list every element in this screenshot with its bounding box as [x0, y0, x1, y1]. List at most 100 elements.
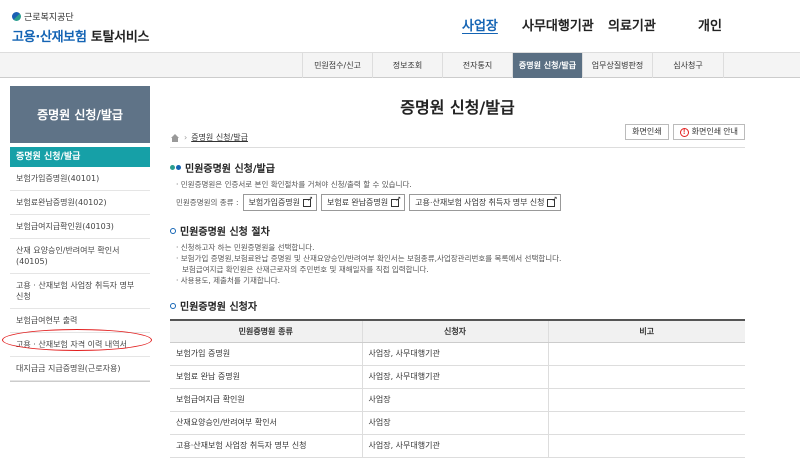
procedure-step: 보험급여지급 확인원은 산재근로자의 주민번호 및 재해일자를 직접 입력합니다…	[176, 264, 745, 275]
applicants-table: 민원증명원 종류 신청자 비고 보험가입 증명원 사업장, 사무대행기관 보험료…	[170, 319, 745, 458]
table-row: 보험료 완납 증명원 사업장, 사무대행기관	[170, 365, 745, 389]
table-cell: 사업장, 사무대행기관	[362, 434, 549, 458]
sidebar-item-qualification-history[interactable]: 고용 · 산재보험 자격 이력 내역서	[2, 329, 152, 357]
sidebar: 증명원 신청/발급 증명원 신청/발급 보험가입증명원(40101) 보험료완납…	[2, 86, 152, 382]
procedure-list: · 신청하고자 하는 민원증명원을 선택합니다. · 보험가입 증명원,보험료완…	[170, 242, 745, 286]
top-nav-personal[interactable]: 개인	[698, 15, 738, 34]
sidebar-item-acquirer-list[interactable]: 고용 · 산재보험 사업장 취득자 명부 신청	[10, 274, 150, 309]
tab-disease-judgment[interactable]: 업무상질병판정	[582, 53, 652, 78]
sidebar-list: 보험가입증명원(40101) 보험료완납증명원(40102) 보험급여지급확인원…	[2, 167, 152, 382]
section-title: 민원증명원 신청/발급	[170, 160, 745, 175]
sidebar-item-premium-paid[interactable]: 보험료완납증명원(40102)	[10, 191, 150, 215]
top-nav-agency[interactable]: 사무대행기관	[522, 15, 608, 34]
table-cell	[548, 411, 745, 435]
ring-bullet-icon	[170, 302, 176, 309]
section-procedure: 민원증명원 신청 절차 · 신청하고자 하는 민원증명원을 선택합니다. · 보…	[170, 223, 745, 286]
tab-info-lookup[interactable]: 정보조회	[372, 53, 442, 78]
procedure-step-text: 보험가입 증명원,보험료완납 증명원 및 산재요양승인/반려여부 확인서는 보험…	[180, 254, 562, 263]
print-guide-button[interactable]: ! 화면인쇄 안내	[672, 124, 745, 140]
procedure-step: · 사용용도, 제출처를 기재합니다.	[176, 276, 281, 285]
sidebar-heading: 증명원 신청/발급	[10, 86, 150, 143]
print-button[interactable]: 화면인쇄	[625, 124, 669, 140]
section-apply: 민원증명원 신청/발급 · 민원증명원은 인증서로 본인 확인절차를 거쳐야 신…	[170, 160, 745, 211]
sidebar-item-active[interactable]: 증명원 신청/발급	[10, 147, 150, 167]
ring-bullet-icon	[170, 227, 176, 234]
site-title-blue: 고용·산재보험	[12, 30, 87, 45]
table-cell	[548, 342, 745, 366]
tab-e-notice[interactable]: 전자통지	[442, 53, 512, 78]
sidebar-item-care-approval[interactable]: 산재 요양승인/반려여부 확인서 (40105)	[10, 239, 150, 274]
kind-acquirer-list-button[interactable]: 고용·산재보험 사업장 취득자 명부 신청	[409, 194, 562, 211]
column-header: 비고	[548, 319, 745, 343]
table-cell: 사업장, 사무대행기관	[362, 365, 549, 389]
breadcrumb: › 증명원 신청/발급	[170, 132, 248, 143]
section-title-text: 민원증명원 신청자	[180, 302, 258, 313]
alert-icon: !	[679, 127, 689, 137]
tab-review-request[interactable]: 심사청구	[652, 53, 724, 78]
procedure-step: · 보험가입 증명원,보험료완납 증명원 및 산재요양승인/반려여부 확인서는 …	[176, 254, 562, 263]
kinds-label: 민원증명원의 종류 :	[176, 198, 239, 207]
procedure-step: · 신청하고자 하는 민원증명원을 선택합니다.	[176, 243, 315, 252]
top-nav-medical[interactable]: 의료기관	[608, 15, 694, 34]
external-link-icon	[547, 195, 557, 207]
kind-premium-paid-button[interactable]: 보험료 완납증명원	[321, 194, 406, 211]
sidebar-item-benefit-print[interactable]: 보험급여현부 출력	[10, 309, 150, 333]
procedure-step-text: 신청하고자 하는 민원증명원을 선택합니다.	[180, 243, 315, 252]
certificate-kinds: 민원증명원의 종류 : 보험가입증명원 보험료 완납증명원 고용·산재보험 사업…	[170, 194, 745, 211]
kind-insurance-cert-button[interactable]: 보험가입증명원	[242, 194, 318, 211]
table-cell	[548, 434, 745, 458]
table-row: 보험가입 증명원 사업장, 사무대행기관	[170, 342, 745, 366]
sidebar-item-payment-cert[interactable]: 대지급금 지급증명원(근로자용)	[10, 357, 150, 381]
kind-label: 보험료 완납증명원	[327, 198, 389, 207]
tab-civil-report[interactable]: 민원접수/신고	[302, 53, 372, 78]
table-cell	[548, 365, 745, 389]
main-content: 증명원 신청/발급 › 증명원 신청/발급 화면인쇄 ! 화면인쇄 안내 민원증…	[170, 86, 745, 458]
section-title: 민원증명원 신청 절차	[170, 223, 745, 238]
sub-nav: 민원접수/신고 정보조회 전자통지 증명원 신청/발급 업무상질병판정 심사청구	[0, 52, 800, 78]
column-header: 민원증명원 종류	[170, 319, 363, 343]
table-cell: 보험료 완납 증명원	[170, 365, 363, 389]
section-title-text: 민원증명원 신청/발급	[185, 164, 275, 175]
section-title: 민원증명원 신청자	[170, 298, 745, 313]
section-applicants: 민원증명원 신청자 민원증명원 종류 신청자 비고 보험가입 증명원 사업장, …	[170, 298, 745, 458]
table-cell: 사업장	[362, 388, 549, 412]
external-link-icon	[391, 195, 401, 207]
table-cell: 산재요양승인/반려여부 확인서	[170, 411, 363, 435]
procedure-step-text: 사용용도, 제출처를 기재합니다.	[180, 276, 281, 285]
sidebar-item-benefit-confirm[interactable]: 보험급여지급확인원(40103)	[10, 215, 150, 239]
breadcrumb-row: › 증명원 신청/발급 화면인쇄 ! 화면인쇄 안내	[170, 124, 745, 148]
site-title-dark: 토탈서비스	[90, 30, 150, 45]
print-buttons: 화면인쇄 ! 화면인쇄 안내	[625, 124, 745, 140]
kind-label: 보험가입증명원	[248, 198, 301, 207]
section-desc-text: 민원증명원은 인증서로 본인 확인절차를 거쳐야 신청/출력 할 수 있습니다.	[180, 180, 412, 189]
table-cell: 사업장	[362, 411, 549, 435]
table-row: 산재요양승인/반려여부 확인서 사업장	[170, 411, 745, 435]
tab-certificate[interactable]: 증명원 신청/발급	[512, 53, 582, 78]
section-title-text: 민원증명원 신청 절차	[180, 227, 270, 238]
bullet-dots-icon	[170, 165, 181, 170]
table-cell: 보험가입 증명원	[170, 342, 363, 366]
kind-label: 고용·산재보험 사업장 취득자 명부 신청	[415, 198, 545, 207]
procedure-step-text: 보험급여지급 확인원은 산재근로자의 주민번호 및 재해일자를 직접 입력합니다…	[182, 265, 429, 274]
top-nav: 사업장 사무대행기관 의료기관 개인	[462, 15, 738, 34]
home-icon[interactable]	[170, 133, 180, 142]
org-name: 근로복지공단	[24, 13, 74, 23]
table-header-row: 민원증명원 종류 신청자 비고	[170, 319, 745, 343]
table-row: 고용·산재보험 사업장 취득자 명부 신청 사업장, 사무대행기관	[170, 434, 745, 458]
breadcrumb-current[interactable]: 증명원 신청/발급	[191, 132, 248, 143]
table-cell: 고용·산재보험 사업장 취득자 명부 신청	[170, 434, 363, 458]
sidebar-item-insurance-cert[interactable]: 보험가입증명원(40101)	[10, 167, 150, 191]
site-logo[interactable]: 근로복지공단 고용·산재보험 토탈서비스	[12, 10, 149, 45]
top-nav-business[interactable]: 사업장	[462, 15, 522, 34]
page-title: 증명원 신청/발급	[400, 98, 515, 117]
section-desc: · 민원증명원은 인증서로 본인 확인절차를 거쳐야 신청/출력 할 수 있습니…	[176, 180, 412, 189]
table-row: 보험급여지급 확인원 사업장	[170, 388, 745, 412]
org-name-row: 근로복지공단	[12, 10, 149, 23]
print-guide-label: 화면인쇄 안내	[691, 127, 738, 136]
table-cell	[548, 388, 745, 412]
site-title: 고용·산재보험 토탈서비스	[12, 26, 149, 45]
table-cell: 사업장, 사무대행기관	[362, 342, 549, 366]
sidebar-item-label: 고용 · 산재보험 자격 이력 내역서	[16, 340, 127, 349]
site-header: 근로복지공단 고용·산재보험 토탈서비스 사업장 사무대행기관 의료기관 개인	[0, 0, 800, 52]
column-header: 신청자	[362, 319, 549, 343]
